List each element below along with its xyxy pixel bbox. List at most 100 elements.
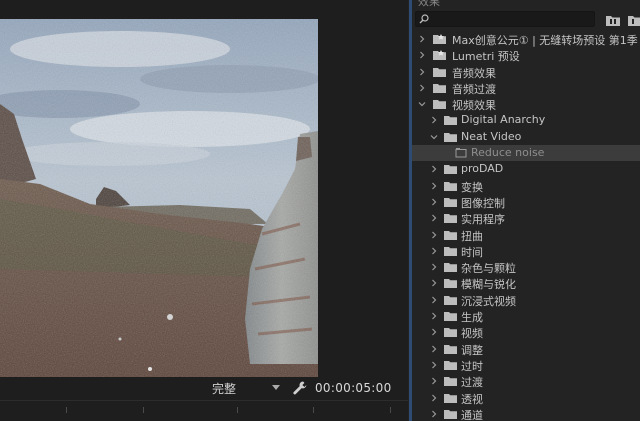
monitor-time-ruler[interactable] [0, 400, 408, 421]
folder-icon [444, 360, 457, 370]
chevron-right-icon[interactable] [418, 84, 426, 92]
chevron-right-icon[interactable] [418, 68, 426, 76]
folder-icon [444, 230, 457, 240]
chevron-right-icon[interactable] [430, 296, 438, 304]
effects-tree-item[interactable]: 音频效果 [412, 64, 640, 80]
effects-tree-item-label: 扭曲 [461, 229, 483, 243]
effects-tree-item[interactable]: 实用程序 [412, 210, 640, 226]
video-frame[interactable] [0, 19, 318, 377]
effects-tree-item[interactable]: 透视 [412, 390, 640, 406]
chevron-right-icon[interactable] [430, 198, 438, 206]
effects-tree-item[interactable]: 时间 [412, 243, 640, 259]
effects-tree-item-label: 通道 [461, 408, 483, 421]
chevron-right-icon[interactable] [430, 182, 438, 190]
fit-zoom-select[interactable]: 完整 [208, 380, 282, 397]
effects-tree-item-label: Max创意公元① | 无缝转场预设 第1季 [452, 34, 638, 47]
effects-tree-item[interactable]: 变换 [412, 178, 640, 194]
chevron-right-icon[interactable] [430, 279, 438, 287]
effects-tree-item-label: 音频过渡 [452, 82, 496, 96]
effects-tree-item-label: 透视 [461, 392, 483, 406]
effects-tree-item[interactable]: 调整 [412, 341, 640, 357]
chevron-right-icon[interactable] [430, 394, 438, 402]
effects-tree-item-label: Neat Video [461, 129, 522, 143]
effects-tree-item-label: 杂色与颗粒 [461, 262, 516, 276]
ruler-tick [390, 407, 391, 413]
effects-tree-item-label: 沉浸式视频 [461, 294, 516, 308]
preset-bin-icon [433, 34, 446, 44]
chevron-right-icon[interactable] [430, 377, 438, 385]
folder-icon [444, 409, 457, 419]
program-monitor: 完整 00:00:05:00 [0, 0, 408, 421]
chevron-right-icon[interactable] [430, 361, 438, 369]
effects-tree-item-label: 生成 [461, 311, 483, 325]
ruler-tick [313, 407, 314, 413]
effects-tree-item[interactable]: 图像控制 [412, 194, 640, 210]
chevron-right-icon[interactable] [430, 165, 438, 173]
effects-tree-item[interactable]: 沉浸式视频 [412, 292, 640, 308]
effects-tree-item[interactable]: Neat Video [412, 129, 640, 145]
search-input[interactable] [432, 12, 592, 26]
effects-tree-item-label: proDAD [461, 162, 504, 176]
effects-tree-item-label: 音频效果 [452, 66, 496, 80]
ruler-tick [237, 407, 238, 413]
effects-tree-item[interactable]: Lumetri 预设 [412, 47, 640, 63]
effects-tree-item-label: 过时 [461, 359, 483, 373]
folder-icon [444, 132, 457, 142]
chevron-right-icon[interactable] [430, 410, 438, 418]
effects-tree-item[interactable]: Digital Anarchy [412, 112, 640, 128]
effects-tree-item-label: 视频 [461, 327, 483, 341]
effects-tree-item[interactable]: 过时 [412, 357, 640, 373]
chevron-right-icon[interactable] [430, 312, 438, 320]
folder-icon [444, 377, 457, 387]
chevron-right-icon[interactable] [430, 263, 438, 271]
fit-zoom-value: 完整 [212, 382, 237, 396]
chevron-right-icon[interactable] [430, 214, 438, 222]
chevron-right-icon[interactable] [430, 328, 438, 336]
effects-tree-item-label: 图像控制 [461, 196, 505, 210]
effects-tree-item[interactable]: Max创意公元① | 无缝转场预设 第1季 [412, 31, 640, 47]
effects-tree-item[interactable]: 视频 [412, 324, 640, 340]
effects-tree-item[interactable]: 模糊与锐化 [412, 275, 640, 291]
accelerated-effects-icon[interactable] [627, 12, 640, 26]
folder-icon [444, 328, 457, 338]
playhead-timecode[interactable]: 00:00:05:00 [315, 381, 392, 395]
effects-tree-item[interactable]: 视频效果 [412, 96, 640, 112]
search-icon [419, 14, 429, 24]
effects-tree-item-label: 变换 [461, 180, 483, 194]
effects-tree-item-label: Lumetri 预设 [452, 50, 520, 64]
new-custom-bin-icon[interactable] [605, 12, 621, 26]
effect-icon [455, 148, 467, 158]
chevron-down-icon[interactable] [418, 100, 426, 108]
panel-title[interactable]: 效果 [418, 0, 440, 9]
folder-icon [444, 263, 457, 273]
effects-tree-item[interactable]: Reduce noise [412, 145, 640, 162]
chevron-right-icon[interactable] [430, 116, 438, 124]
chevron-right-icon[interactable] [430, 247, 438, 255]
effects-tree-item-label: 实用程序 [461, 213, 505, 227]
folder-icon [444, 312, 457, 322]
folder-icon [444, 246, 457, 256]
effects-tree-item[interactable]: 过渡 [412, 373, 640, 389]
ruler-tick [143, 407, 144, 413]
effects-tree-item[interactable]: 音频过渡 [412, 80, 640, 96]
effects-tree-item[interactable]: 杂色与颗粒 [412, 259, 640, 275]
effects-tree-item[interactable]: proDAD [412, 161, 640, 177]
effects-tree-item[interactable]: 生成 [412, 308, 640, 324]
effects-tree-item-label: 调整 [461, 343, 483, 357]
effects-search-field[interactable] [415, 11, 595, 27]
effects-tree-item-label: Digital Anarchy [461, 113, 546, 127]
chevron-right-icon[interactable] [430, 231, 438, 239]
wrench-icon[interactable] [292, 380, 308, 396]
chevron-right-icon[interactable] [418, 35, 426, 43]
chevron-right-icon[interactable] [418, 51, 426, 59]
preset-bin-icon [433, 50, 446, 61]
folder-icon [433, 67, 446, 77]
effects-tree-item[interactable]: 扭曲 [412, 227, 640, 243]
chevron-down-icon[interactable] [430, 133, 438, 141]
chevron-right-icon[interactable] [430, 345, 438, 353]
folder-icon [444, 181, 457, 191]
effects-tree-item[interactable]: 通道 [412, 406, 640, 421]
folder-icon [433, 83, 446, 93]
folder-icon [444, 197, 457, 207]
ruler-tick [66, 407, 67, 413]
